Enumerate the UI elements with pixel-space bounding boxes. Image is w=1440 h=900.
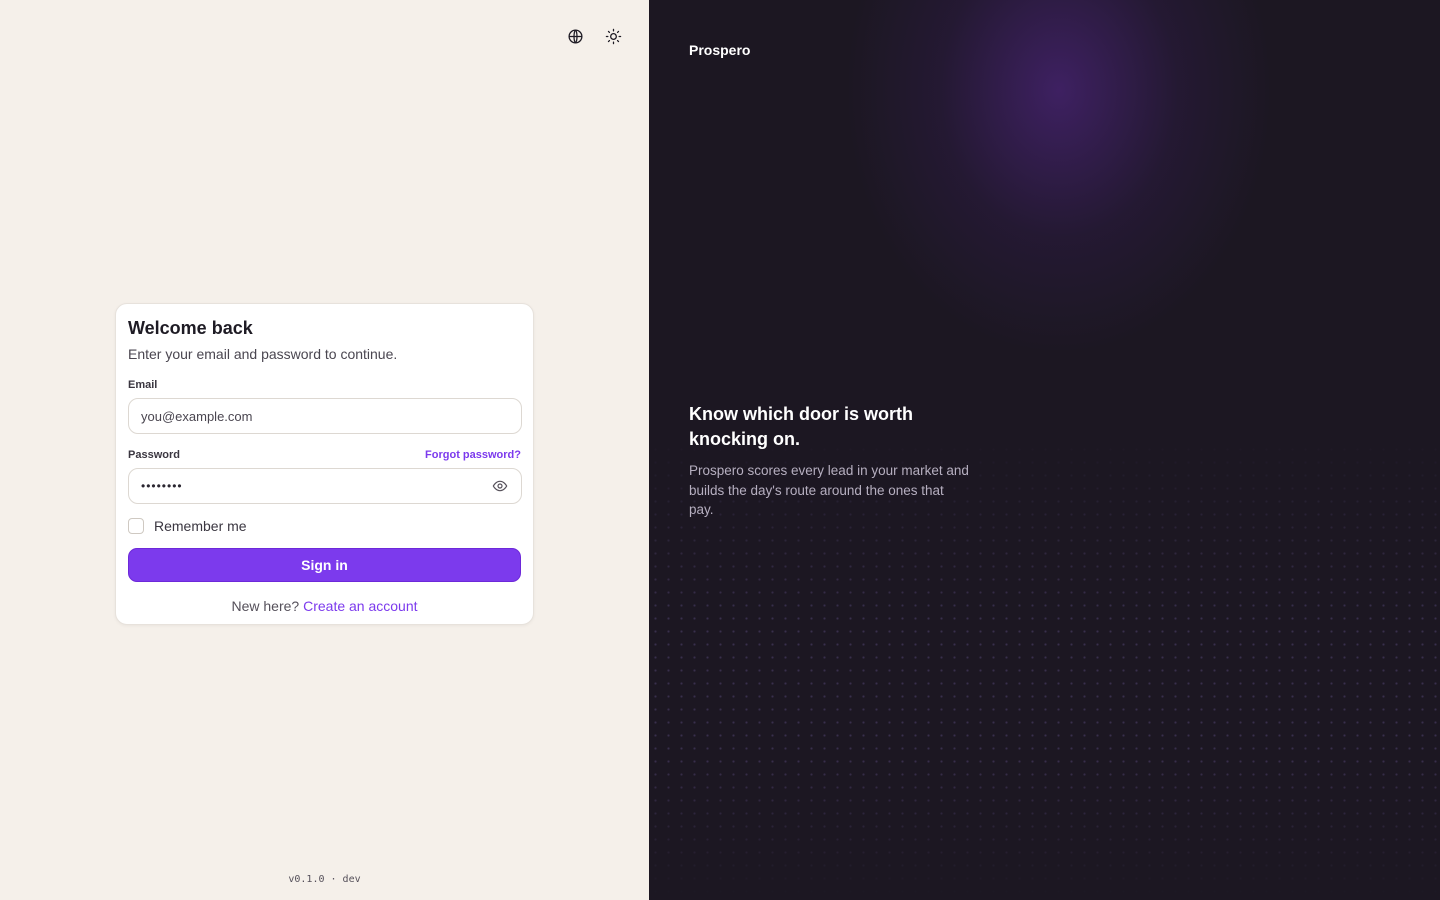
background-glow [849, 0, 1269, 350]
brand-logo: Prospero [689, 42, 751, 58]
remember-checkbox[interactable] [128, 518, 144, 534]
login-pane: Welcome back Enter your email and passwo… [0, 0, 649, 900]
password-value: •••••••• [141, 479, 183, 493]
sun-icon [605, 28, 621, 44]
password-label: Password [128, 449, 180, 461]
email-placeholder: you@example.com [141, 408, 253, 424]
password-field[interactable]: •••••••• [128, 468, 522, 504]
hero-headline: Know which door is worth knocking on. [689, 404, 913, 449]
email-label: Email [128, 379, 158, 391]
hero-description: Prospero scores every lead in your marke… [689, 463, 969, 517]
show-password-button[interactable] [491, 477, 509, 495]
eye-icon [492, 480, 508, 492]
new-here-text: New here? [231, 598, 300, 614]
create-account-link[interactable]: Create an account [303, 598, 417, 614]
remember-label[interactable]: Remember me [154, 518, 247, 534]
theme-toggle-button[interactable] [601, 24, 625, 48]
hero-block: Know which door is worth knocking on. Pr… [689, 402, 969, 520]
globe-icon [567, 28, 583, 44]
top-actions [563, 24, 625, 48]
email-field[interactable]: you@example.com [128, 398, 522, 434]
forgot-password-link[interactable]: Forgot password? [425, 449, 521, 461]
signup-prompt: New here? Create an account [128, 598, 521, 614]
version-label: v0.1.0 · dev [288, 874, 361, 885]
password-label-row: Password Forgot password? [128, 448, 521, 462]
card-subtitle: Enter your email and password to continu… [128, 346, 398, 362]
card-title: Welcome back [128, 318, 253, 338]
language-button[interactable] [563, 24, 587, 48]
remember-row: Remember me [128, 518, 521, 534]
login-card: Welcome back Enter your email and passwo… [115, 303, 534, 625]
brand-panel: Prospero Know which door is worth knocki… [649, 0, 1440, 900]
signin-button[interactable]: Sign in [128, 548, 521, 582]
